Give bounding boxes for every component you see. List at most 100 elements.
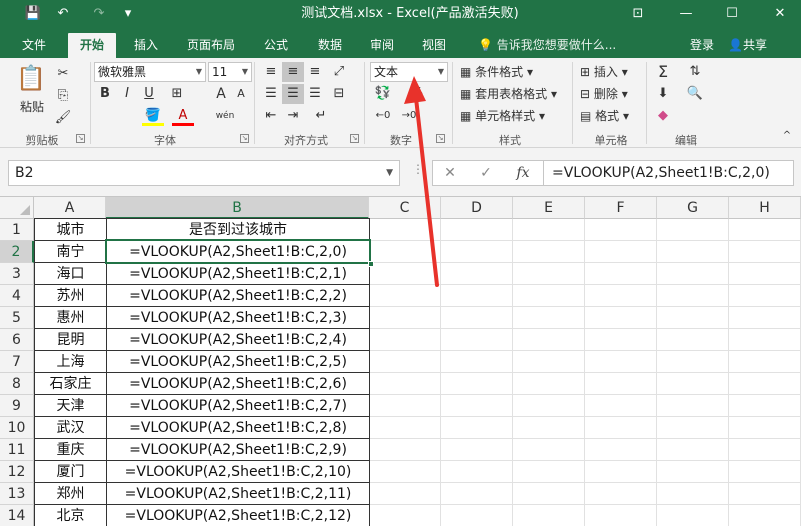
cell-e13[interactable] [513,483,585,505]
cell-h1[interactable] [729,219,801,241]
cell-h6[interactable] [729,329,801,351]
cell-e7[interactable] [513,351,585,373]
conditional-formatting-button[interactable]: ▦ 条件格式 ▾ [460,62,533,82]
login-link[interactable]: 登录 [690,33,714,58]
cell-styles-button[interactable]: ▦ 单元格样式 ▾ [460,106,545,126]
formula-input[interactable]: =VLOOKUP(A2,Sheet1!B:C,2,0) [544,160,794,186]
cell-b5[interactable]: =VLOOKUP(A2,Sheet1!B:C,2,3) [106,306,370,329]
orientation-icon[interactable]: ⤢ [328,62,350,82]
tab-file[interactable]: 文件 [12,33,56,58]
name-box[interactable]: B2 ▼ [8,160,400,186]
cell-c4[interactable] [369,285,441,307]
cell-d10[interactable] [441,417,513,439]
cancel-icon[interactable]: ✕ [439,161,461,185]
cell-a3[interactable]: 海口 [34,262,107,285]
insert-function-button[interactable]: fx [511,161,535,185]
cell-d14[interactable] [441,505,513,526]
font-name-combo[interactable]: 微软雅黑 ▼ [94,62,206,82]
font-color-button[interactable]: A [172,106,194,126]
worksheet-grid[interactable]: A B C D E F G H 1 城市 是否到过该城市 2 南宁 =VLOOKUP(A2,Sheet1!… [0,196,801,526]
cell-h2[interactable] [729,241,801,263]
row-header[interactable]: 8 [0,373,34,395]
phonetic-button[interactable]: wén [214,106,236,126]
cell-e4[interactable] [513,285,585,307]
cell-c2[interactable] [369,241,441,263]
cell-d8[interactable] [441,373,513,395]
cell-a2[interactable]: 南宁 [34,240,107,263]
column-header-e[interactable]: E [513,197,585,219]
cell-d3[interactable] [441,263,513,285]
cell-d12[interactable] [441,461,513,483]
cell-g9[interactable] [657,395,729,417]
cell-b13[interactable]: =VLOOKUP(A2,Sheet1!B:C,2,11) [106,482,370,505]
cell-h9[interactable] [729,395,801,417]
cell-b4[interactable]: =VLOOKUP(A2,Sheet1!B:C,2,2) [106,284,370,307]
cell-c9[interactable] [369,395,441,417]
font-launcher-icon[interactable]: ↘ [240,134,249,143]
cell-c5[interactable] [369,307,441,329]
cell-d4[interactable] [441,285,513,307]
tell-me-box[interactable]: 💡 告诉我您想要做什么... [478,33,616,58]
cell-a11[interactable]: 重庆 [34,438,107,461]
cell-g10[interactable] [657,417,729,439]
cell-c12[interactable] [369,461,441,483]
cell-f6[interactable] [585,329,657,351]
cell-h11[interactable] [729,439,801,461]
alignment-launcher-icon[interactable]: ↘ [350,134,359,143]
shrink-font-button[interactable]: A [230,84,252,104]
cell-a13[interactable]: 郑州 [34,482,107,505]
cell-d6[interactable] [441,329,513,351]
clipboard-launcher-icon[interactable]: ↘ [76,134,85,143]
cell-e5[interactable] [513,307,585,329]
cell-d1[interactable] [441,219,513,241]
cell-h8[interactable] [729,373,801,395]
enter-icon[interactable]: ✓ [475,161,497,185]
undo-icon[interactable]: ↶ [52,4,74,24]
cell-b11[interactable]: =VLOOKUP(A2,Sheet1!B:C,2,9) [106,438,370,461]
column-header-c[interactable]: C [369,197,441,219]
cell-e12[interactable] [513,461,585,483]
cell-g1[interactable] [657,219,729,241]
row-header[interactable]: 5 [0,307,34,329]
cell-a8[interactable]: 石家庄 [34,372,107,395]
cell-c6[interactable] [369,329,441,351]
ribbon-display-icon[interactable]: ⊡ [628,4,648,24]
cell-b2[interactable]: =VLOOKUP(A2,Sheet1!B:C,2,0) [106,240,370,263]
cell-e11[interactable] [513,439,585,461]
cell-f5[interactable] [585,307,657,329]
cell-g7[interactable] [657,351,729,373]
cell-d11[interactable] [441,439,513,461]
redo-icon[interactable]: ↷ [88,4,110,24]
cell-a1[interactable]: 城市 [34,218,107,241]
cell-a4[interactable]: 苏州 [34,284,107,307]
align-center-icon[interactable]: ☰ [282,84,304,104]
cell-a6[interactable]: 昆明 [34,328,107,351]
cell-c14[interactable] [369,505,441,526]
increase-indent-icon[interactable]: ⇥ [282,106,304,126]
cell-c13[interactable] [369,483,441,505]
share-button[interactable]: 👤共享 [728,33,767,58]
cell-f11[interactable] [585,439,657,461]
row-header[interactable]: 9 [0,395,34,417]
cell-h14[interactable] [729,505,801,526]
cell-g2[interactable] [657,241,729,263]
column-header-b[interactable]: B [106,197,369,219]
sort-filter-icon[interactable]: ⇅ [684,62,706,82]
cell-h3[interactable] [729,263,801,285]
cell-d2[interactable] [441,241,513,263]
underline-button[interactable]: U [138,84,160,104]
row-header[interactable]: 7 [0,351,34,373]
cell-a7[interactable]: 上海 [34,350,107,373]
cell-a9[interactable]: 天津 [34,394,107,417]
cell-b14[interactable]: =VLOOKUP(A2,Sheet1!B:C,2,12) [106,504,370,526]
row-header[interactable]: 2 [0,241,34,263]
autosum-icon[interactable]: Σ [652,62,674,82]
fill-color-icon[interactable]: 🪣 [142,106,164,126]
cell-d13[interactable] [441,483,513,505]
copy-icon[interactable]: ⎘ [52,86,74,106]
bold-button[interactable]: B [94,84,116,104]
cell-f9[interactable] [585,395,657,417]
cell-a5[interactable]: 惠州 [34,306,107,329]
row-header[interactable]: 4 [0,285,34,307]
cell-e14[interactable] [513,505,585,526]
